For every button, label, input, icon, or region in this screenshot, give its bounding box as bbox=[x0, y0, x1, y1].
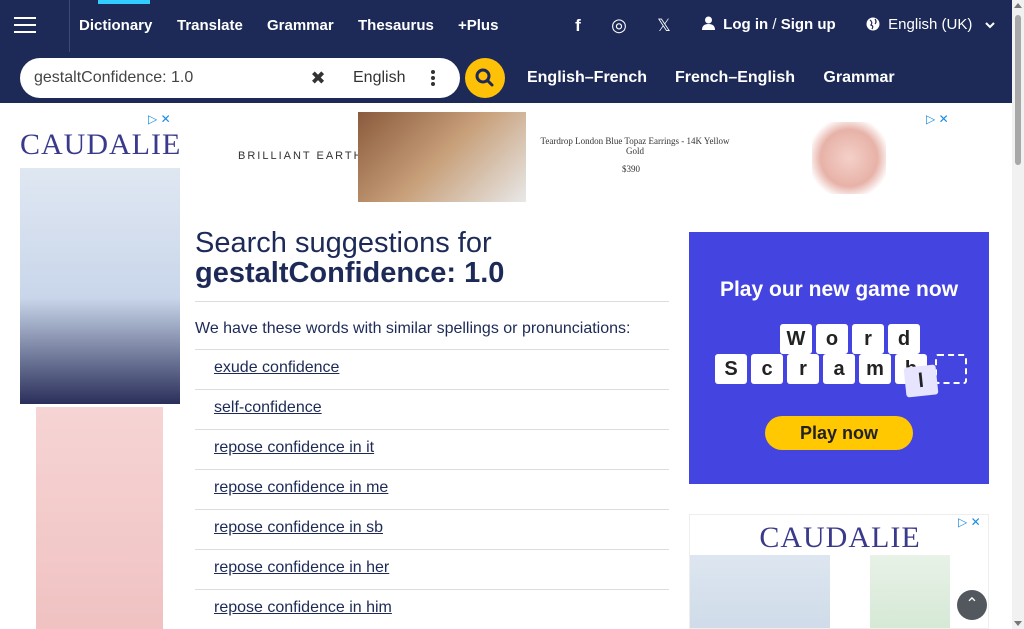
divider bbox=[195, 301, 669, 302]
clear-search-icon[interactable]: ✖ bbox=[306, 64, 330, 92]
top-navbar: Dictionary Translate Grammar Thesaurus +… bbox=[0, 0, 1012, 52]
letter-tile: S bbox=[715, 354, 747, 384]
sub-nav-french-english[interactable]: French–English bbox=[662, 59, 808, 97]
suggestion-link[interactable]: repose confidence in him bbox=[214, 599, 392, 617]
x-icon[interactable]: 𝕏 bbox=[645, 16, 683, 36]
ad-brand-logo: CAUDALIE bbox=[20, 128, 180, 161]
ad-right-caudalie[interactable]: ▷ ✕ CAUDALIE bbox=[689, 514, 989, 629]
divider bbox=[195, 549, 669, 550]
nav-thesaurus[interactable]: Thesaurus bbox=[358, 0, 434, 46]
suggestion-link[interactable]: exude confidence bbox=[214, 359, 339, 377]
suggestion-link[interactable]: repose confidence in it bbox=[214, 439, 374, 457]
suggestion-link[interactable]: repose confidence in her bbox=[214, 559, 389, 577]
suggestion-link[interactable]: self-confidence bbox=[214, 399, 322, 417]
search-term: gestaltConfidence: 1.0 bbox=[195, 257, 505, 289]
scroll-to-top-button[interactable]: ⌃ bbox=[957, 590, 987, 620]
letter-tile: d bbox=[888, 324, 920, 354]
search-icon bbox=[465, 68, 505, 102]
letter-tile: c bbox=[751, 354, 783, 384]
scroll-up-arrow[interactable] bbox=[1014, 3, 1022, 8]
divider bbox=[195, 469, 669, 470]
account-links: Log in / Sign up bbox=[702, 16, 836, 33]
page-title: Search suggestions for bbox=[195, 227, 492, 259]
letter-tile: l bbox=[903, 364, 939, 398]
ad-brand: BRILLIANT EARTH bbox=[238, 150, 364, 162]
letter-tile: a bbox=[823, 354, 855, 384]
divider bbox=[195, 429, 669, 430]
ad-product-image bbox=[812, 122, 886, 194]
suggestions-intro: We have these words with similar spellin… bbox=[195, 320, 631, 337]
ad-product-image bbox=[870, 555, 950, 628]
divider bbox=[195, 589, 669, 590]
page-scrollbar[interactable] bbox=[1012, 0, 1024, 629]
login-link[interactable]: Log in bbox=[723, 16, 768, 33]
ad-top-banner[interactable]: BRILLIANT EARTH Teardrop London Blue Top… bbox=[228, 112, 956, 202]
nav-dictionary[interactable]: Dictionary bbox=[79, 0, 152, 46]
search-button[interactable] bbox=[465, 58, 505, 98]
nav-plus[interactable]: +Plus bbox=[458, 0, 498, 46]
adchoices-icon[interactable]: ▷ ✕ bbox=[926, 112, 949, 126]
suggestion-link[interactable]: repose confidence in sb bbox=[214, 519, 383, 537]
letter-tile: m bbox=[859, 354, 891, 384]
nav-grammar[interactable]: Grammar bbox=[267, 0, 334, 46]
signup-link[interactable]: Sign up bbox=[781, 16, 836, 33]
ad-play-now-button[interactable]: Play now bbox=[765, 416, 913, 450]
search-results-header: Search suggestions for gestaltConfidence… bbox=[195, 228, 670, 288]
chevron-up-icon: ⌃ bbox=[965, 596, 979, 613]
ad-product-image bbox=[20, 168, 180, 404]
hamburger-menu-button[interactable] bbox=[8, 8, 42, 42]
facebook-icon[interactable]: f bbox=[560, 16, 596, 36]
ad-photo bbox=[358, 112, 526, 202]
globe-icon bbox=[866, 16, 884, 33]
letter-tile: r bbox=[787, 354, 819, 384]
language-selector[interactable]: English (UK) bbox=[866, 16, 995, 33]
divider bbox=[195, 349, 669, 350]
ad-product-image bbox=[690, 555, 830, 628]
adchoices-icon[interactable]: ▷ ✕ bbox=[148, 112, 171, 126]
divider bbox=[195, 509, 669, 510]
ad-right-game[interactable]: Play our new game now W o r d S c r a m … bbox=[689, 232, 989, 484]
search-input[interactable] bbox=[34, 60, 302, 96]
divider bbox=[69, 0, 70, 52]
separator: / bbox=[768, 16, 781, 33]
letter-tile-empty bbox=[935, 354, 967, 384]
instagram-icon[interactable]: ◎ bbox=[599, 16, 639, 36]
ad-description: Teardrop London Blue Topaz Earrings - 14… bbox=[540, 136, 730, 156]
letter-tile: W bbox=[780, 324, 812, 354]
ad-product-image bbox=[36, 407, 163, 629]
dictionary-language-label: English bbox=[353, 69, 406, 86]
letter-tile: r bbox=[852, 324, 884, 354]
ad-price: $390 bbox=[622, 164, 640, 174]
divider bbox=[195, 389, 669, 390]
more-options-icon bbox=[431, 70, 435, 88]
suggestion-link[interactable]: repose confidence in me bbox=[214, 479, 388, 497]
ad-left[interactable]: ▷ ✕ CAUDALIE bbox=[20, 112, 180, 629]
sub-nav-grammar[interactable]: Grammar bbox=[810, 59, 908, 97]
letter-tile: o bbox=[816, 324, 848, 354]
ad-headline: Play our new game now bbox=[719, 278, 959, 301]
scroll-down-arrow[interactable] bbox=[1014, 621, 1022, 626]
user-icon bbox=[702, 16, 719, 33]
chevron-down-icon bbox=[984, 16, 995, 33]
nav-translate[interactable]: Translate bbox=[177, 0, 243, 46]
language-label: English (UK) bbox=[888, 16, 973, 33]
ad-brand-logo: CAUDALIE bbox=[759, 521, 921, 554]
scrollbar-thumb[interactable] bbox=[1015, 15, 1021, 165]
dictionary-language-select[interactable]: English bbox=[333, 64, 451, 92]
sub-nav-english-french[interactable]: English–French bbox=[514, 59, 660, 97]
